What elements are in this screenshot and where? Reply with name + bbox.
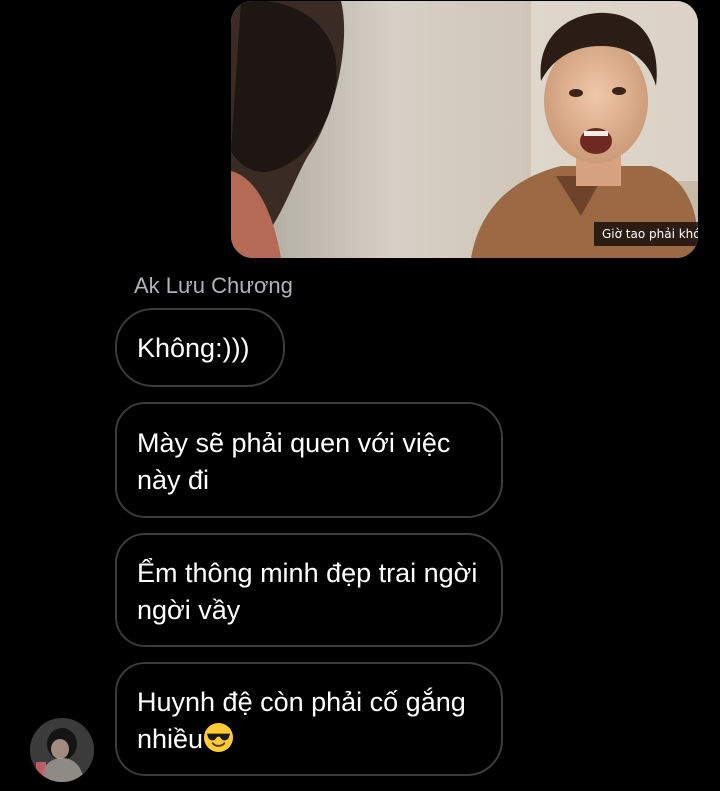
message-bubble[interactable]: Mày sẽ phải quen với việc này đi [115,402,503,518]
message-text: Không:))) [137,333,250,363]
message-bubble[interactable]: Ểm thông minh đẹp trai ngời ngời vầy [115,533,503,647]
avatar-photo [30,718,94,782]
image-message-photo [231,1,698,258]
message-text: Mày sẽ phải quen với việc này đi [137,428,451,495]
message-bubble[interactable]: Không:))) [115,308,285,387]
sender-name: Ak Lưu Chương [134,273,293,298]
message-text: Huynh đệ còn phải cố gắng nhiều [137,687,466,754]
avatar[interactable] [30,718,94,782]
message-text: Ểm thông minh đẹp trai ngời ngời vầy [137,558,478,625]
message-bubble[interactable]: Huynh đệ còn phải cố gắng nhiều [115,662,503,776]
smiling-face-with-sunglasses-icon [203,722,234,753]
image-subtitle: Giờ tao phải khóc đúng không? [594,222,698,246]
image-message[interactable]: Giờ tao phải khóc đúng không? [231,1,698,258]
